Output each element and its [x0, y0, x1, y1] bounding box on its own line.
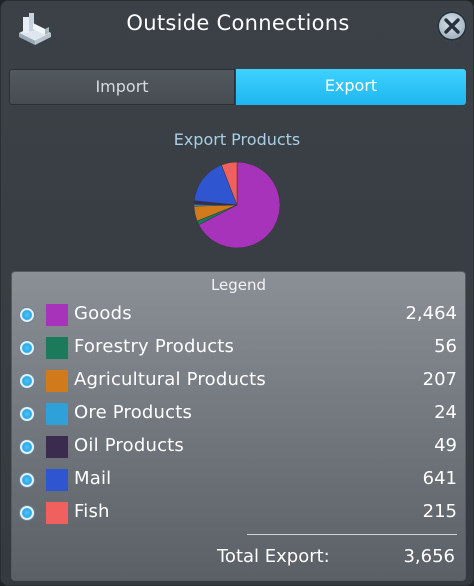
total-export-value: 3,656 [403, 546, 455, 567]
legend-value: 24 [434, 402, 457, 423]
legend-row-goods: Goods 2,464 [12, 300, 467, 330]
radio-button[interactable] [20, 374, 34, 388]
legend-row-forestry: Forestry Products 56 [12, 333, 467, 363]
color-swatch [46, 304, 68, 326]
radio-button[interactable] [20, 440, 34, 454]
legend-value: 641 [422, 468, 457, 489]
tab-bar: Import Export [9, 69, 466, 105]
radio-button[interactable] [20, 308, 34, 322]
legend-label: Oil Products [74, 435, 185, 456]
legend-row-oil: Oil Products 49 [12, 432, 467, 462]
legend-label: Agricultural Products [74, 369, 266, 390]
color-swatch [46, 370, 68, 392]
legend-value: 56 [434, 336, 457, 357]
chart-title: Export Products [173, 130, 301, 149]
legend-value: 49 [434, 435, 457, 456]
export-pie-chart [193, 161, 281, 249]
tab-export[interactable]: Export [236, 69, 466, 105]
legend-label: Fish [74, 501, 110, 522]
legend-label: Goods [74, 303, 132, 324]
title-bar[interactable]: Outside Connections [1, 1, 474, 51]
color-swatch [46, 469, 68, 491]
legend-row-mail: Mail 641 [12, 465, 467, 495]
radio-button[interactable] [20, 506, 34, 520]
color-swatch [46, 436, 68, 458]
legend-label: Ore Products [74, 402, 193, 423]
window-title: Outside Connections [126, 11, 350, 35]
legend-value: 215 [422, 501, 457, 522]
outside-connections-panel: Outside Connections Import Export Export… [0, 0, 474, 586]
close-icon [444, 18, 460, 34]
legend-title: Legend [210, 276, 267, 294]
legend-row-fish: Fish 215 [12, 498, 467, 528]
radio-button[interactable] [20, 341, 34, 355]
legend-row-agricultural: Agricultural Products 207 [12, 366, 467, 396]
radio-button[interactable] [20, 407, 34, 421]
legend-value: 207 [422, 369, 457, 390]
legend-label: Mail [74, 468, 112, 489]
radio-button[interactable] [20, 473, 34, 487]
total-divider [247, 534, 457, 535]
legend-value: 2,464 [405, 303, 457, 324]
total-export-label: Total Export: [217, 546, 330, 567]
legend-label: Forestry Products [74, 336, 235, 357]
close-button[interactable] [437, 11, 467, 41]
color-swatch [46, 337, 68, 359]
legend-row-ore: Ore Products 24 [12, 399, 467, 429]
color-swatch [46, 502, 68, 524]
legend-panel: Legend Goods 2,464 Forestry Products 56 … [11, 271, 466, 581]
color-swatch [46, 403, 68, 425]
tab-import[interactable]: Import [9, 69, 235, 105]
